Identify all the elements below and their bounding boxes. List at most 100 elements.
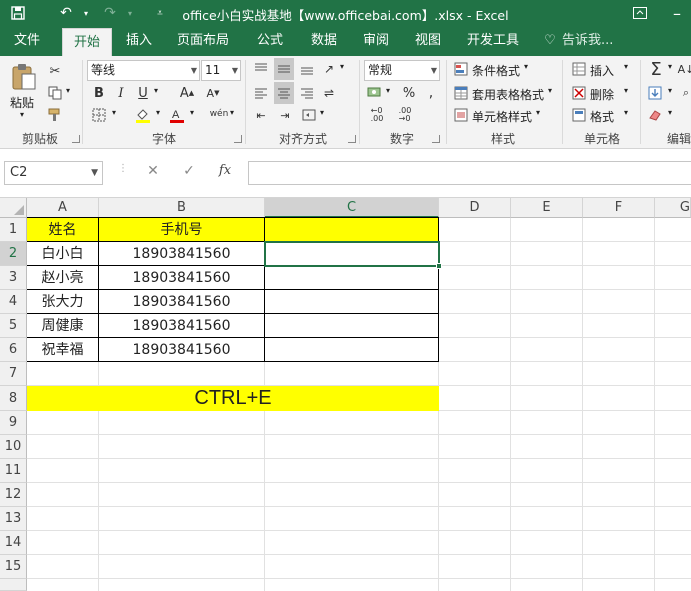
tab-data[interactable]: 数据 <box>302 26 346 56</box>
formula-input[interactable] <box>248 161 691 185</box>
column-header-a[interactable]: A <box>27 198 99 218</box>
column-header-f[interactable]: F <box>583 198 655 218</box>
clear-dropdown-icon[interactable]: ▾ <box>668 108 672 117</box>
cell-a3[interactable]: 赵小亮 <box>27 267 98 289</box>
row-header-9[interactable]: 9 <box>0 411 27 435</box>
tell-me-search[interactable]: 告诉我... <box>562 26 622 56</box>
tab-developer[interactable]: 开发工具 <box>460 26 526 56</box>
accounting-dropdown-icon[interactable]: ▾ <box>386 86 390 95</box>
cell-b5[interactable]: 18903841560 <box>99 315 264 337</box>
autosum-icon[interactable]: Σ <box>646 58 666 80</box>
selected-cell-c2[interactable] <box>264 241 440 267</box>
name-box[interactable]: C2 ▼ <box>4 161 103 185</box>
phonetic-guide-icon[interactable]: wén <box>208 104 230 124</box>
column-header-g[interactable]: G <box>655 198 691 218</box>
tab-view[interactable]: 视图 <box>406 26 450 56</box>
merge-center-icon[interactable] <box>300 106 318 124</box>
column-header-d[interactable]: D <box>439 198 511 218</box>
paste-button[interactable]: 粘贴 <box>10 94 34 111</box>
align-center-icon[interactable] <box>274 82 294 104</box>
font-size-dropdown[interactable]: 11 ▼ <box>201 60 241 81</box>
delete-button[interactable]: 删除 <box>590 86 614 103</box>
cell-a1[interactable]: 姓名 <box>27 219 98 241</box>
number-format-dropdown[interactable]: 常规 ▼ <box>364 60 440 81</box>
cell-styles-button[interactable]: 单元格样式 <box>472 108 532 125</box>
row-header-1[interactable]: 1 <box>0 218 27 242</box>
cut-icon[interactable]: ✂ <box>46 62 64 80</box>
align-right-icon[interactable] <box>298 84 316 102</box>
fill-handle[interactable] <box>436 263 442 269</box>
cell-styles-icon[interactable] <box>452 106 470 124</box>
row-header-5[interactable]: 5 <box>0 314 27 338</box>
cancel-formula-icon[interactable]: ✕ <box>142 163 164 183</box>
paste-icon[interactable] <box>10 62 38 92</box>
cell-b3[interactable]: 18903841560 <box>99 267 264 289</box>
align-left-icon[interactable] <box>252 84 270 102</box>
bold-icon[interactable]: B <box>90 84 108 102</box>
accounting-format-icon[interactable] <box>366 84 384 102</box>
insert-function-icon[interactable]: fx <box>214 163 236 183</box>
column-header-c[interactable]: C <box>265 198 439 218</box>
cell-b2[interactable]: 18903841560 <box>99 243 264 265</box>
align-bottom-icon[interactable] <box>298 60 316 78</box>
cell-a4[interactable]: 张大力 <box>27 291 98 313</box>
font-launcher-icon[interactable] <box>234 135 242 143</box>
row-header-15[interactable]: 15 <box>0 555 27 579</box>
wrap-text-icon[interactable]: ⇌ <box>320 84 338 102</box>
banner-text[interactable]: CTRL+E <box>27 386 439 411</box>
font-color-dropdown-icon[interactable]: ▾ <box>190 108 194 117</box>
percent-icon[interactable]: % <box>400 84 418 102</box>
row-header-4[interactable]: 4 <box>0 290 27 314</box>
sort-icon[interactable]: A↓ <box>678 60 691 78</box>
insert-button[interactable]: 插入 <box>590 62 614 79</box>
font-color-icon[interactable]: A <box>168 106 186 124</box>
increase-decimal-icon[interactable]: ←0.00 <box>366 106 388 124</box>
orientation-dropdown-icon[interactable]: ▾ <box>340 62 344 71</box>
orientation-icon[interactable]: ↗ <box>320 60 338 78</box>
number-launcher-icon[interactable] <box>432 135 440 143</box>
row-header-10[interactable]: 10 <box>0 435 27 459</box>
format-as-table-icon[interactable] <box>452 84 470 102</box>
row-header-14[interactable]: 14 <box>0 531 27 555</box>
minimize-icon[interactable]: – <box>667 3 687 23</box>
copy-icon[interactable] <box>46 84 64 102</box>
align-top-icon[interactable] <box>252 60 270 78</box>
conditional-format-button[interactable]: 条件格式 <box>472 62 520 79</box>
insert-cells-icon[interactable] <box>570 60 588 78</box>
cell-a5[interactable]: 周健康 <box>27 315 98 337</box>
tab-page-layout[interactable]: 页面布局 <box>170 26 236 56</box>
row-header-13[interactable]: 13 <box>0 507 27 531</box>
row-header-6[interactable]: 6 <box>0 338 27 362</box>
fill-down-icon[interactable] <box>646 84 664 102</box>
copy-dropdown-icon[interactable]: ▾ <box>66 86 70 95</box>
tab-insert[interactable]: 插入 <box>116 26 162 56</box>
merge-dropdown-icon[interactable]: ▾ <box>320 108 324 117</box>
borders-dropdown-icon[interactable]: ▾ <box>112 108 116 117</box>
decrease-decimal-icon[interactable]: .00 →0 <box>394 106 416 124</box>
conditional-format-icon[interactable] <box>452 60 470 78</box>
font-name-dropdown[interactable]: 等线 ▼ <box>87 60 200 81</box>
confirm-formula-icon[interactable]: ✓ <box>178 163 200 183</box>
cell-a6[interactable]: 祝幸福 <box>27 339 98 361</box>
alignment-launcher-icon[interactable] <box>348 135 356 143</box>
paste-dropdown-icon[interactable]: ▾ <box>20 110 24 119</box>
cell-b4[interactable]: 18903841560 <box>99 291 264 313</box>
format-cells-icon[interactable] <box>570 106 588 124</box>
column-header-e[interactable]: E <box>511 198 583 218</box>
clear-icon[interactable] <box>646 106 664 124</box>
increase-font-icon[interactable]: A ▲ <box>178 84 196 102</box>
autosum-dropdown-icon[interactable]: ▾ <box>668 62 672 71</box>
format-as-table-button[interactable]: 套用表格格式 <box>472 86 544 103</box>
column-header-b[interactable]: B <box>99 198 265 218</box>
ribbon-display-options-icon[interactable] <box>630 3 650 23</box>
tab-file[interactable]: 文件 <box>4 26 50 56</box>
cell-b1[interactable]: 手机号 <box>99 219 264 241</box>
row-header-12[interactable]: 12 <box>0 483 27 507</box>
clipboard-launcher-icon[interactable] <box>72 135 80 143</box>
cell-a2[interactable]: 白小白 <box>27 243 98 265</box>
italic-icon[interactable]: I <box>112 84 130 102</box>
cell-b6[interactable]: 18903841560 <box>99 339 264 361</box>
row-header-8[interactable]: 8 <box>0 386 27 411</box>
fill-color-icon[interactable] <box>134 106 152 124</box>
tab-review[interactable]: 审阅 <box>354 26 398 56</box>
